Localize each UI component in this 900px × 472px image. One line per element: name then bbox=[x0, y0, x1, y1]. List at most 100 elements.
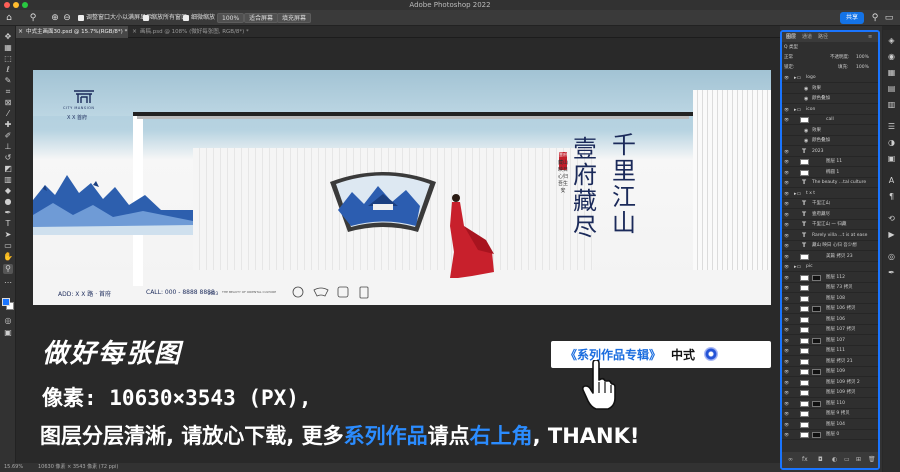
resize-windows-checkbox[interactable] bbox=[78, 15, 84, 21]
visibility-eye-icon[interactable]: 👁 bbox=[784, 294, 789, 304]
properties-icon[interactable]: ☰ bbox=[887, 122, 896, 131]
new-layer-icon[interactable]: ⊞ bbox=[856, 452, 861, 468]
actions-icon[interactable]: ▶ bbox=[887, 230, 896, 239]
search-icon[interactable]: ⚲ bbox=[870, 13, 880, 23]
crop-tool-icon[interactable]: ⌗ bbox=[3, 87, 13, 97]
layer-row[interactable]: 👁 图层 拷贝 21 bbox=[782, 357, 878, 367]
layer-row[interactable]: ◉ 颜色叠加 bbox=[782, 94, 878, 104]
tab-document-2[interactable]: × 画稿.psd @ 108% (微好每张图, RGB/8*) * bbox=[130, 26, 260, 38]
visibility-eye-icon[interactable]: 👁 bbox=[784, 420, 789, 430]
layer-row[interactable]: 👁 call bbox=[782, 115, 878, 125]
visibility-eye-icon[interactable]: 👁 bbox=[784, 367, 789, 377]
layer-row[interactable]: 👁 图层 107 拷贝 bbox=[782, 325, 878, 335]
blur-tool-icon[interactable]: ◆ bbox=[3, 186, 13, 196]
fx-icon[interactable]: fx bbox=[802, 452, 808, 468]
zoom-100-button[interactable]: 100% bbox=[217, 13, 245, 23]
adjustments-icon[interactable]: ◑ bbox=[887, 138, 896, 147]
delete-layer-icon[interactable]: 🗑 bbox=[868, 452, 876, 468]
layer-row[interactable]: 👁 图层 104 bbox=[782, 420, 878, 430]
layer-row[interactable]: 👁 T 千里江山 一 归藏 bbox=[782, 220, 878, 230]
layer-row[interactable]: 👁 图层 110 bbox=[782, 399, 878, 409]
visibility-eye-icon[interactable]: 👁 bbox=[784, 378, 789, 388]
layer-row[interactable]: 👁 T 千里江山 bbox=[782, 199, 878, 209]
fill-screen-button[interactable]: 填充屏幕 bbox=[277, 13, 312, 23]
zoom-level[interactable]: 15.69% bbox=[4, 463, 23, 472]
libraries-icon[interactable]: ▣ bbox=[887, 154, 896, 163]
visibility-eye-icon[interactable]: 👁 bbox=[784, 241, 789, 251]
tab-channels[interactable]: 通道 bbox=[802, 32, 812, 42]
layer-row[interactable]: 👁 图层 0 bbox=[782, 430, 878, 440]
paragraph-icon[interactable]: ¶ bbox=[887, 192, 896, 201]
paths-icon[interactable]: ✒ bbox=[887, 268, 896, 277]
layer-row[interactable]: 👁 T 藏山 映日 心归 吾少想 bbox=[782, 241, 878, 251]
visibility-eye-icon[interactable]: 👁 bbox=[784, 336, 789, 346]
path-select-icon[interactable]: ➤ bbox=[3, 230, 13, 240]
zoom-out-icon[interactable]: ⊖ bbox=[62, 13, 72, 23]
more-tools-icon[interactable]: ⋯ bbox=[3, 278, 13, 288]
layer-row[interactable]: 👁 T 壹府藏尽 bbox=[782, 210, 878, 220]
gradient-tool-icon[interactable]: ▥ bbox=[3, 175, 13, 185]
hand-tool-icon[interactable]: ✋ bbox=[3, 252, 13, 262]
scrubby-zoom-checkbox[interactable] bbox=[183, 15, 189, 21]
visibility-eye-icon[interactable]: 👁 bbox=[784, 283, 789, 293]
foreground-color-swatch[interactable] bbox=[2, 298, 10, 306]
layer-row[interactable]: 👁 图层 106 拷贝 bbox=[782, 304, 878, 314]
layer-row[interactable]: 👁 美篇 拷贝 23 bbox=[782, 252, 878, 262]
history-brush-icon[interactable]: ↺ bbox=[3, 153, 13, 163]
visibility-eye-icon[interactable]: 👁 bbox=[784, 73, 789, 83]
layer-row[interactable]: 👁 T 2023 bbox=[782, 147, 878, 157]
channels-icon[interactable]: ◎ bbox=[887, 252, 896, 261]
eraser-tool-icon[interactable]: ◩ bbox=[3, 164, 13, 174]
marquee-tool-icon[interactable]: ⬚ bbox=[3, 54, 13, 64]
layer-row[interactable]: 👁 图层 11 bbox=[782, 157, 878, 167]
layer-row[interactable]: 👁 T The beauty ...tal culture bbox=[782, 178, 878, 188]
fit-screen-button[interactable]: 适合屏幕 bbox=[244, 13, 279, 23]
visibility-eye-icon[interactable]: 👁 bbox=[784, 430, 789, 440]
visibility-eye-icon[interactable]: 👁 bbox=[784, 315, 789, 325]
visibility-eye-icon[interactable]: 👁 bbox=[784, 220, 789, 230]
share-button[interactable]: 共享 bbox=[840, 12, 864, 24]
mask-icon[interactable]: ◘ bbox=[818, 452, 823, 468]
layer-row[interactable]: 👁 图层 109 拷贝 2 bbox=[782, 378, 878, 388]
layer-row[interactable]: 👁 图层 108 bbox=[782, 294, 878, 304]
blend-mode-select[interactable]: 正常 bbox=[784, 53, 793, 62]
stamp-tool-icon[interactable]: ⊥ bbox=[3, 142, 13, 152]
eyedropper-icon[interactable]: ⁄ bbox=[3, 109, 13, 119]
opacity-value[interactable]: 100% bbox=[856, 53, 869, 62]
fill-value[interactable]: 100% bbox=[856, 63, 869, 72]
home-icon[interactable]: ⌂ bbox=[4, 13, 14, 23]
shape-tool-icon[interactable]: ▭ bbox=[3, 241, 13, 251]
layer-row[interactable]: 👁 图层 73 拷贝 bbox=[782, 283, 878, 293]
layer-row[interactable]: 👁 图层 9 拷贝 bbox=[782, 409, 878, 419]
layer-row[interactable]: 👁 T Rarely villa ...t is at ease bbox=[782, 231, 878, 241]
layer-row[interactable]: 👁 图层 109 bbox=[782, 367, 878, 377]
layer-row[interactable]: ◉ 颜色叠加 bbox=[782, 136, 878, 146]
visibility-eye-icon[interactable]: 👁 bbox=[784, 304, 789, 314]
color-icon[interactable]: ◉ bbox=[887, 52, 896, 61]
visibility-eye-icon[interactable]: 👁 bbox=[784, 325, 789, 335]
visibility-eye-icon[interactable]: 👁 bbox=[784, 147, 789, 157]
character-icon[interactable]: A bbox=[887, 176, 896, 185]
visibility-eye-icon[interactable]: 👁 bbox=[784, 157, 789, 167]
workspace-icon[interactable]: ▭ bbox=[884, 13, 894, 23]
visibility-eye-icon[interactable]: 👁 bbox=[784, 210, 789, 220]
link-icon[interactable]: ∞ bbox=[788, 452, 793, 468]
move-tool-icon[interactable]: ✥ bbox=[3, 32, 13, 42]
layer-row[interactable]: 👁 图层 111 bbox=[782, 346, 878, 356]
layer-row[interactable]: ◉ 效果 bbox=[782, 126, 878, 136]
pen-tool-icon[interactable]: ✒ bbox=[3, 208, 13, 218]
layer-row[interactable]: 👁 图层 107 bbox=[782, 336, 878, 346]
visibility-eye-icon[interactable]: 👁 bbox=[784, 189, 789, 199]
zoom-in-icon[interactable]: ⊕ bbox=[50, 13, 60, 23]
close-tab-icon[interactable]: × bbox=[18, 26, 23, 38]
layer-group-row[interactable]: 👁 ▸▭ t x t bbox=[782, 189, 878, 199]
layer-row[interactable]: 👁 椭圆 1 bbox=[782, 168, 878, 178]
kind-filter[interactable]: Q 类型 bbox=[784, 43, 798, 52]
visibility-eye-icon[interactable]: 👁 bbox=[784, 388, 789, 398]
gradients-icon[interactable]: ▤ bbox=[887, 84, 896, 93]
layers-icon[interactable]: ◈ bbox=[887, 36, 896, 45]
lasso-tool-icon[interactable]: ℓ bbox=[3, 65, 13, 75]
visibility-eye-icon[interactable]: 👁 bbox=[784, 409, 789, 419]
visibility-eye-icon[interactable]: 👁 bbox=[784, 252, 789, 262]
layer-row[interactable]: ◉ 效果 bbox=[782, 84, 878, 94]
